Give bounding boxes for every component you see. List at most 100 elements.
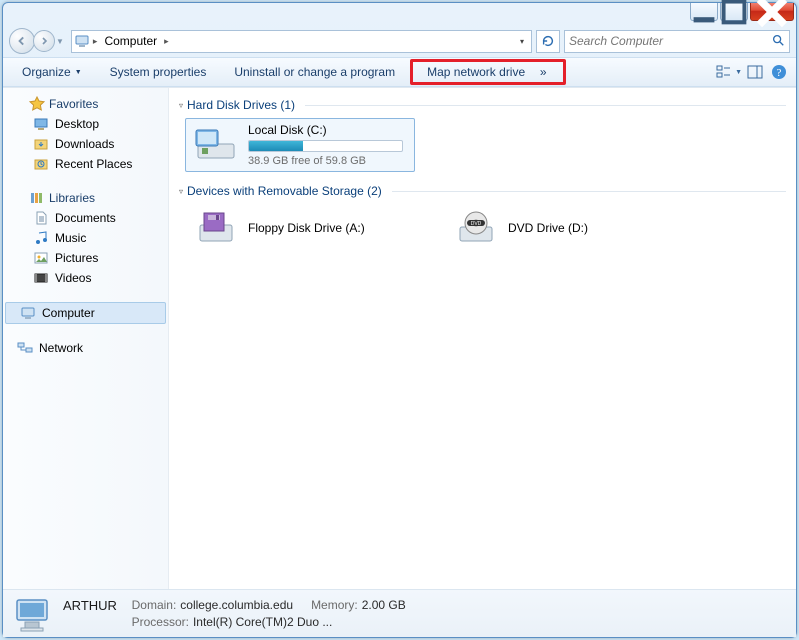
network-group: Network [3,338,168,358]
titlebar [3,3,796,25]
removable-header-label: Devices with Removable Storage (2) [187,184,382,198]
organize-button[interactable]: Organize ▼ [9,60,95,84]
preview-pane-button[interactable] [744,61,766,83]
drive-dvd-d[interactable]: DVD DVD Drive (D:) [445,204,675,252]
drive-label: Floppy Disk Drive (A:) [248,221,365,235]
memory-value: 2.00 GB [362,598,406,612]
computer-icon [74,33,90,49]
hdd-group-header[interactable]: ▿ Hard Disk Drives (1) [179,98,786,112]
chevron-down-icon: ▼ [75,69,82,76]
sidebar-item-label: Network [39,341,83,355]
view-options-button[interactable] [713,61,735,83]
back-button[interactable] [9,28,35,54]
libraries-icon [29,190,45,206]
drive-label: DVD Drive (D:) [508,221,588,235]
uninstall-program-button[interactable]: Uninstall or change a program [221,60,408,84]
computer-icon [20,305,36,321]
drive-local-disk-c[interactable]: Local Disk (C:) 38.9 GB free of 59.8 GB [185,118,415,172]
toolbar-overflow-icon: » [540,65,547,79]
sidebar-item-label: Pictures [55,251,98,265]
view-dropdown-icon[interactable]: ▼ [735,69,742,76]
pictures-icon [33,250,49,266]
downloads-icon [33,136,49,152]
favorites-label: Favorites [49,97,98,111]
navigation-pane: ▾ Favorites Desktop Downloads Recent Pla… [3,88,169,589]
sidebar-item-videos[interactable]: Videos [3,268,168,288]
sidebar-item-label: Documents [55,211,116,225]
svg-text:?: ? [777,67,782,79]
sidebar-item-label: Desktop [55,117,99,131]
computer-name: ARTHUR [63,598,117,613]
libraries-header[interactable]: ▾ Libraries [3,188,168,208]
documents-icon [33,210,49,226]
refresh-button[interactable] [536,30,560,53]
search-box[interactable] [564,30,790,53]
breadcrumb-computer[interactable]: Computer [100,34,161,48]
recent-places-icon [33,156,49,172]
sidebar-item-recent-places[interactable]: Recent Places [3,154,168,174]
system-properties-button[interactable]: System properties [97,60,220,84]
body: ▾ Favorites Desktop Downloads Recent Pla… [3,87,796,589]
domain-label: Domain: [132,598,177,612]
sidebar-item-label: Music [55,231,86,245]
help-button[interactable]: ? [768,61,790,83]
libraries-label: Libraries [49,191,95,205]
nav-arrows: ▼ [9,28,67,54]
star-icon [29,96,45,112]
details-pane: ARTHUR Domain: college.columbia.edu Memo… [3,589,796,637]
organize-label: Organize [22,65,71,79]
drive-free-text: 38.9 GB free of 59.8 GB [248,155,403,167]
sidebar-item-pictures[interactable]: Pictures [3,248,168,268]
breadcrumb-root-arrow[interactable]: ▸ [90,36,101,47]
sidebar-item-computer[interactable]: Computer [5,302,166,324]
network-icon [17,340,33,356]
hard-drive-icon [194,126,238,164]
hdd-header-label: Hard Disk Drives (1) [187,98,295,112]
drive-label: Local Disk (C:) [248,123,403,137]
removable-group-header[interactable]: ▿ Devices with Removable Storage (2) [179,184,786,198]
sidebar-item-label: Downloads [55,137,114,151]
navigation-bar: ▼ ▸ Computer ▸ ▾ [3,25,796,57]
sidebar-item-desktop[interactable]: Desktop [3,114,168,134]
disk-usage-bar [248,140,403,152]
processor-value: Intel(R) Core(TM)2 Duo ... [193,615,332,629]
maximize-button[interactable] [720,3,748,21]
desktop-icon [33,116,49,132]
svg-text:DVD: DVD [471,221,482,227]
music-icon [33,230,49,246]
sidebar-item-music[interactable]: Music [3,228,168,248]
close-button[interactable] [750,3,794,21]
recent-locations-dropdown[interactable]: ▼ [53,37,67,46]
favorites-header[interactable]: ▾ Favorites [3,94,168,114]
memory-label: Memory: [311,598,358,612]
sidebar-item-network[interactable]: Network [3,338,168,358]
minimize-button[interactable] [690,3,718,21]
sidebar-item-downloads[interactable]: Downloads [3,134,168,154]
domain-value: college.columbia.edu [180,598,293,612]
map-network-drive-label: Map network drive [427,65,525,79]
sidebar-item-label: Computer [42,306,95,320]
videos-icon [33,270,49,286]
map-network-drive-button[interactable]: Map network drive » [410,59,565,85]
computer-large-icon [13,594,53,634]
address-bar[interactable]: ▸ Computer ▸ ▾ [71,30,532,53]
forward-button[interactable] [33,30,55,52]
content-pane: ▿ Hard Disk Drives (1) Local Disk (C:) 3… [169,88,796,589]
search-input[interactable] [569,34,771,48]
computer-group: Computer [3,302,168,324]
address-dropdown[interactable]: ▾ [515,37,529,46]
sidebar-item-label: Recent Places [55,157,132,171]
processor-label: Processor: [132,615,189,629]
dvd-drive-icon: DVD [454,209,498,247]
floppy-drive-icon [194,209,238,247]
favorites-group: ▾ Favorites Desktop Downloads Recent Pla… [3,94,168,174]
details-text: ARTHUR Domain: college.columbia.edu Memo… [63,598,406,630]
command-bar: Organize ▼ System properties Uninstall o… [3,57,796,87]
sidebar-item-label: Videos [55,271,91,285]
search-icon [771,33,785,50]
drive-floppy-a[interactable]: Floppy Disk Drive (A:) [185,204,415,252]
libraries-group: ▾ Libraries Documents Music Pictures [3,188,168,288]
breadcrumb-arrow[interactable]: ▸ [161,36,172,47]
sidebar-item-documents[interactable]: Documents [3,208,168,228]
explorer-window: ▼ ▸ Computer ▸ ▾ Organize ▼ System [2,2,797,638]
